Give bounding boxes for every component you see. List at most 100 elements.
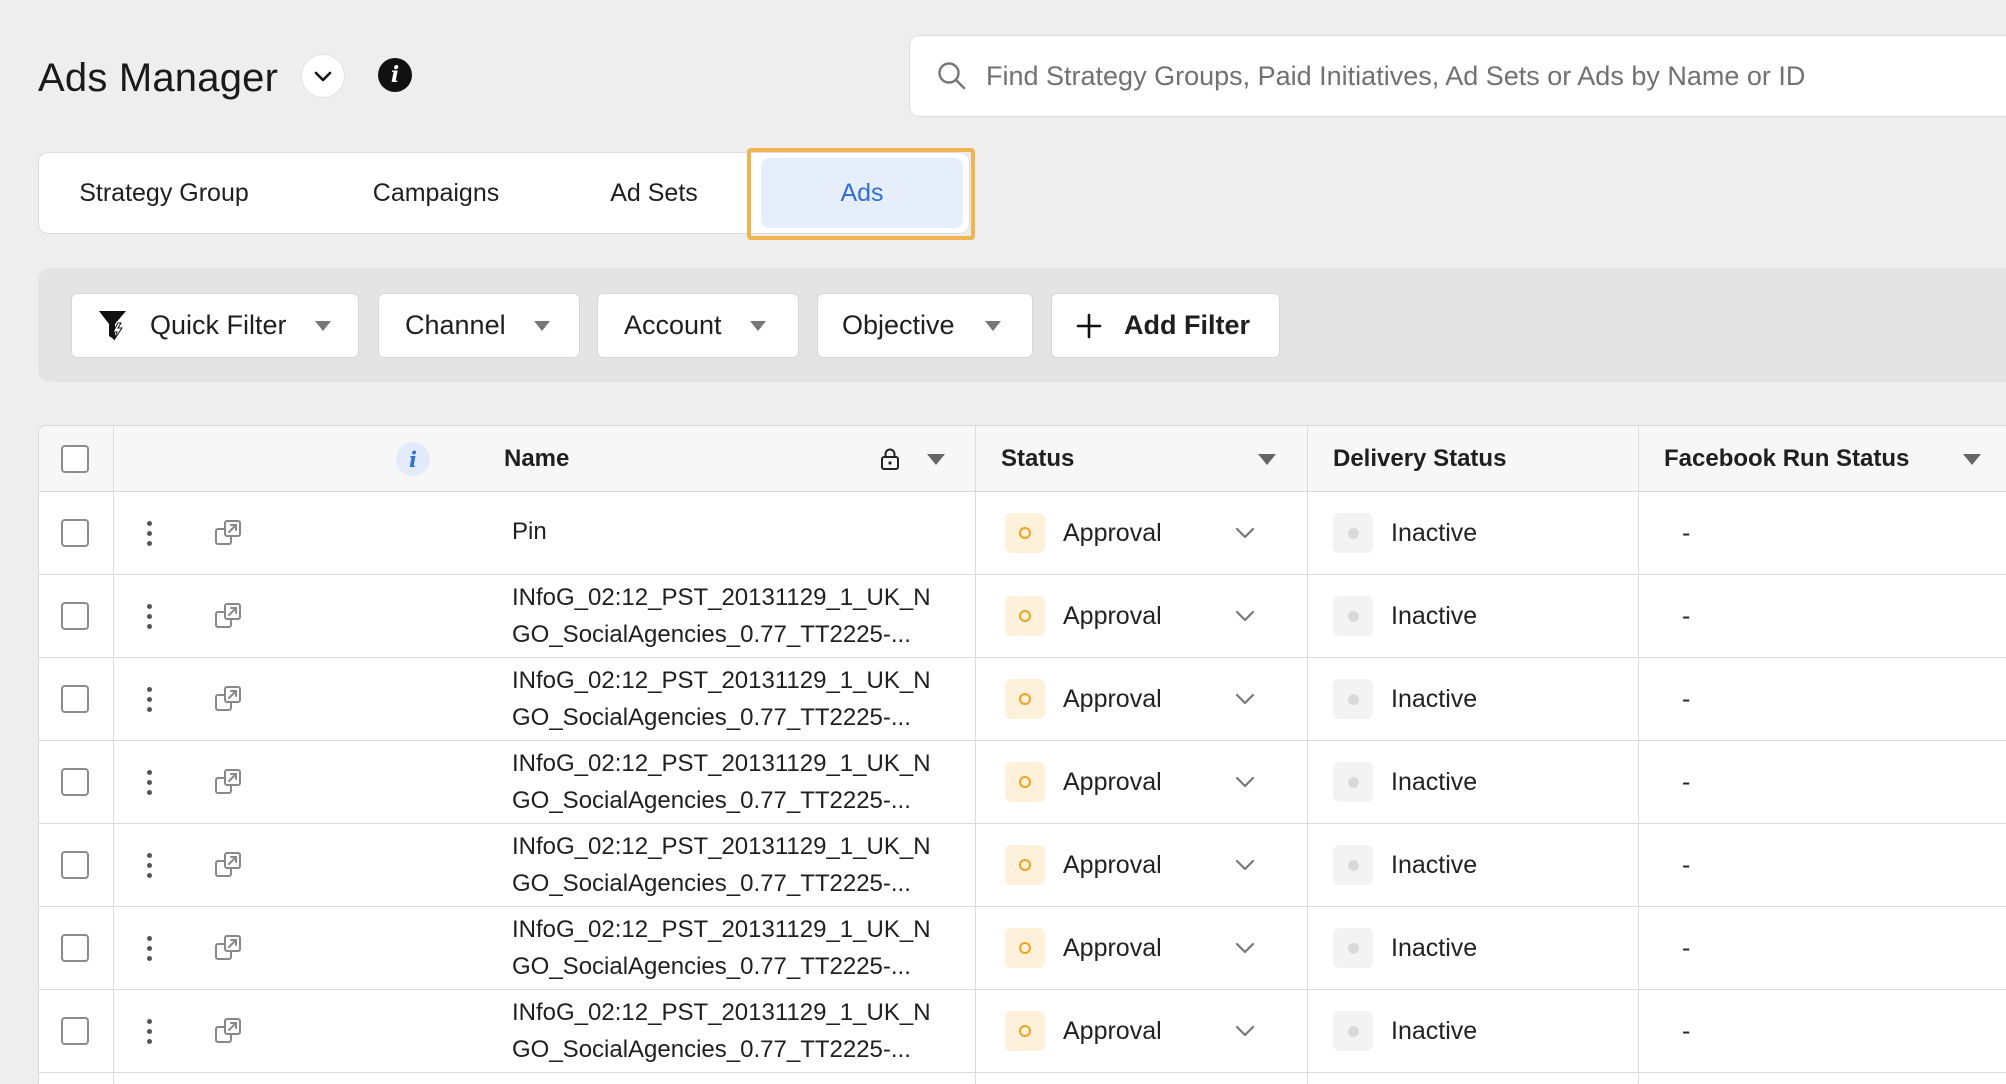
status-value: Approval: [1063, 767, 1162, 796]
chevron-down-icon[interactable]: [1233, 521, 1257, 545]
kebab-icon[interactable]: [143, 849, 156, 882]
chevron-down-icon[interactable]: [1233, 770, 1257, 794]
column-divider: [1638, 426, 1639, 1084]
table-row[interactable]: INfoG_02:12_PST_20131129_1_UK_N GO_Socia…: [39, 575, 2006, 658]
open-external-icon[interactable]: [213, 766, 245, 798]
facebook-run-status-value: -: [1682, 518, 1691, 547]
name-cell[interactable]: INfoG_02:12_PST_20131129_1_UK_N GO_Socia…: [512, 741, 962, 823]
table-row[interactable]: INfoG_02:12_PST_20131129_1_UK_N GO_Socia…: [39, 741, 2006, 824]
inactive-status-icon: [1333, 513, 1373, 553]
table-row[interactable]: Pin Approval Inactive -: [39, 492, 2006, 575]
open-external-icon[interactable]: [213, 1015, 245, 1047]
search-bar[interactable]: [909, 35, 2006, 117]
chevron-down-icon[interactable]: [1233, 687, 1257, 711]
objective-filter[interactable]: Objective: [817, 293, 1033, 358]
chevron-down-icon[interactable]: [1233, 604, 1257, 628]
row-checkbox[interactable]: [61, 685, 89, 713]
status-value: Approval: [1063, 933, 1162, 962]
title-dropdown-button[interactable]: [301, 54, 345, 98]
select-all-checkbox[interactable]: [61, 445, 89, 473]
kebab-icon[interactable]: [143, 683, 156, 716]
kebab-icon[interactable]: [143, 600, 156, 633]
row-open-cell: [213, 575, 245, 657]
plus-icon: [1076, 313, 1102, 339]
funnel-bolt-icon: [98, 309, 128, 343]
open-external-icon[interactable]: [213, 517, 245, 549]
row-open-cell: [213, 907, 245, 989]
facebook-run-status-value: -: [1682, 767, 1691, 796]
chevron-down-icon[interactable]: [1233, 1019, 1257, 1043]
column-status-header[interactable]: Status: [1001, 426, 1074, 492]
status-cell[interactable]: Approval: [1005, 990, 1305, 1072]
status-cell[interactable]: Approval: [1005, 824, 1305, 906]
add-filter-button[interactable]: Add Filter: [1051, 293, 1280, 358]
open-external-icon[interactable]: [213, 932, 245, 964]
open-external-icon[interactable]: [213, 849, 245, 881]
status-column-menu[interactable]: [1258, 426, 1276, 492]
table-row[interactable]: INfoG_02:12_PST_20131129_1_UK_N GO_Socia…: [39, 658, 2006, 741]
delivery-status-value: Inactive: [1391, 518, 1478, 547]
facebook-run-status-value: -: [1682, 601, 1691, 630]
column-name-header[interactable]: Name: [504, 426, 569, 492]
name-cell[interactable]: INfoG_02:12_PST_20131129_1_UK_N GO_Socia…: [512, 990, 962, 1072]
name-cell[interactable]: INfoG_02:12_PST_20131129_1_UK_N GO_Socia…: [512, 575, 962, 657]
chevron-down-icon[interactable]: [1233, 853, 1257, 877]
info-icon[interactable]: i: [396, 442, 430, 476]
table-row[interactable]: INfoG_02:12_PST_20131129_1_UK_N GO_Socia…: [39, 824, 2006, 907]
table-row[interactable]: INfoG_02:12_PST_20131129_1_UK_N GO_Socia…: [39, 907, 2006, 990]
inactive-status-icon: [1333, 596, 1373, 636]
name-column-menu[interactable]: [927, 426, 945, 492]
status-cell[interactable]: Approval: [1005, 907, 1305, 989]
facebook-run-status-column-menu[interactable]: [1963, 426, 1981, 492]
row-checkbox[interactable]: [61, 934, 89, 962]
column-delivery-status-header[interactable]: Delivery Status: [1333, 426, 1506, 492]
name-cell[interactable]: INfoG_02:12_PST_20131129_1_UK_N GO_Socia…: [512, 658, 962, 740]
column-facebook-run-status-header[interactable]: Facebook Run Status: [1664, 426, 1909, 492]
status-cell[interactable]: Approval: [1005, 492, 1305, 574]
search-icon: [934, 58, 970, 94]
row-checkbox[interactable]: [61, 1017, 89, 1045]
status-value: Approval: [1063, 1016, 1162, 1045]
select-all-cell: [61, 426, 89, 492]
open-external-icon[interactable]: [213, 683, 245, 715]
open-external-icon[interactable]: [213, 600, 245, 632]
row-checkbox[interactable]: [61, 851, 89, 879]
status-cell[interactable]: Approval: [1005, 575, 1305, 657]
tab-campaigns[interactable]: Campaigns: [361, 153, 511, 233]
status-value: Approval: [1063, 518, 1162, 547]
row-checkbox[interactable]: [61, 768, 89, 796]
account-filter[interactable]: Account: [597, 293, 799, 358]
kebab-icon[interactable]: [143, 766, 156, 799]
facebook-run-status-cell: -: [1682, 824, 1690, 906]
caret-down-icon: [314, 320, 331, 331]
kebab-icon[interactable]: [143, 932, 156, 965]
channel-filter[interactable]: Channel: [378, 293, 580, 358]
name-cell[interactable]: INfoG_02:12_PST_20131129_1_UK_N GO_Socia…: [512, 907, 962, 989]
status-cell[interactable]: Approval: [1005, 658, 1305, 740]
name-cell[interactable]: Pin: [512, 492, 962, 574]
status-cell[interactable]: Approval: [1005, 741, 1305, 823]
tab-ads[interactable]: Ads: [761, 158, 963, 228]
status-value: Approval: [1063, 850, 1162, 879]
ad-name-line-1: INfoG_02:12_PST_20131129_1_UK_N: [512, 750, 931, 777]
quick-filter-button[interactable]: Quick Filter: [71, 293, 359, 358]
info-icon[interactable]: i: [378, 58, 412, 92]
approval-status-icon: [1005, 762, 1045, 802]
row-select-cell: [61, 824, 89, 906]
column-divider: [1307, 426, 1308, 1084]
search-input[interactable]: [986, 60, 2006, 92]
tab-strategy-group[interactable]: Strategy Group: [73, 153, 255, 233]
kebab-icon[interactable]: [143, 517, 156, 550]
kebab-icon[interactable]: [143, 1015, 156, 1048]
approval-status-icon: [1005, 513, 1045, 553]
ad-name-line-1: INfoG_02:12_PST_20131129_1_UK_N: [512, 916, 931, 943]
row-checkbox[interactable]: [61, 519, 89, 547]
tab-ad-sets[interactable]: Ad Sets: [599, 153, 709, 233]
row-checkbox[interactable]: [61, 602, 89, 630]
row-menu-cell: [143, 575, 156, 657]
lock-icon[interactable]: [879, 426, 901, 492]
table-row[interactable]: INfoG_02:12_PST_20131129_1_UK_N GO_Socia…: [39, 990, 2006, 1073]
name-cell[interactable]: INfoG_02:12_PST_20131129_1_UK_N GO_Socia…: [512, 824, 962, 906]
chevron-down-icon[interactable]: [1233, 936, 1257, 960]
facebook-run-status-value: -: [1682, 684, 1691, 713]
